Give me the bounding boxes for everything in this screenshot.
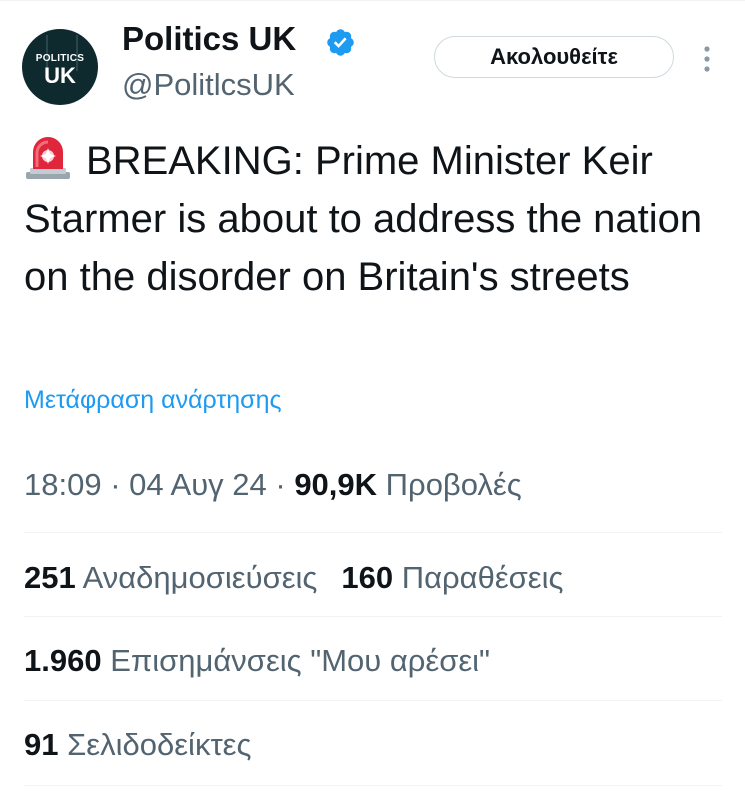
avatar-logo-line2: UK [44, 63, 76, 88]
bookmarks-label: Σελιδοδείκτες [67, 727, 252, 762]
stats-row-reposts-quotes: 251 Αναδημοσιεύσεις 160 Παραθέσεις [24, 560, 563, 596]
bookmarks-count: 91 [24, 727, 59, 762]
top-divider [0, 0, 745, 1]
meta-separator: · [266, 467, 295, 502]
divider [24, 700, 722, 701]
following-button[interactable]: Ακολουθείτε [434, 36, 674, 78]
verified-badge-icon[interactable] [325, 27, 356, 58]
likes-count: 1.960 [24, 643, 102, 678]
quotes-label: Παραθέσεις [401, 560, 564, 595]
tweet-body-text: BREAKING: Prime Minister Keir Starmer is… [24, 139, 703, 299]
quotes-count: 160 [341, 560, 394, 595]
account-handle[interactable]: @PolitlcsUK [122, 67, 295, 103]
views-label: Προβολές [385, 467, 522, 502]
tweet-text: BREAKING: Prime Minister Keir Starmer is… [24, 132, 724, 306]
display-name[interactable]: Politics UK [122, 20, 296, 58]
translate-post-link[interactable]: Μετάφραση ανάρτησης [24, 386, 282, 415]
reposts-stat[interactable]: 251 Αναδημοσιεύσεις [24, 560, 317, 595]
tweet-time[interactable]: 18:09 [24, 467, 102, 502]
tweet-meta: 18:09 · 04 Αυγ 24 · 90,9K Προβολές [24, 467, 522, 503]
likes-stat[interactable]: 1.960 Επισημάνσεις "Μου αρέσει" [24, 643, 490, 679]
tweet-date[interactable]: 04 Αυγ 24 [129, 467, 267, 502]
views-count: 90,9K [294, 467, 378, 502]
likes-label: Επισημάνσεις "Μου αρέσει" [110, 643, 491, 678]
bookmarks-stat[interactable]: 91 Σελιδοδείκτες [24, 727, 251, 763]
quotes-stat[interactable]: 160 Παραθέσεις [341, 560, 563, 595]
divider [24, 785, 722, 786]
avatar[interactable]: POLITICS UK [22, 29, 98, 105]
reposts-label: Αναδημοσιεύσεις [82, 560, 318, 595]
divider [24, 616, 722, 617]
more-options-icon[interactable] [700, 44, 714, 74]
police-siren-icon [26, 137, 70, 179]
reposts-count: 251 [24, 560, 76, 595]
meta-separator: · [101, 467, 130, 502]
divider [24, 532, 722, 533]
